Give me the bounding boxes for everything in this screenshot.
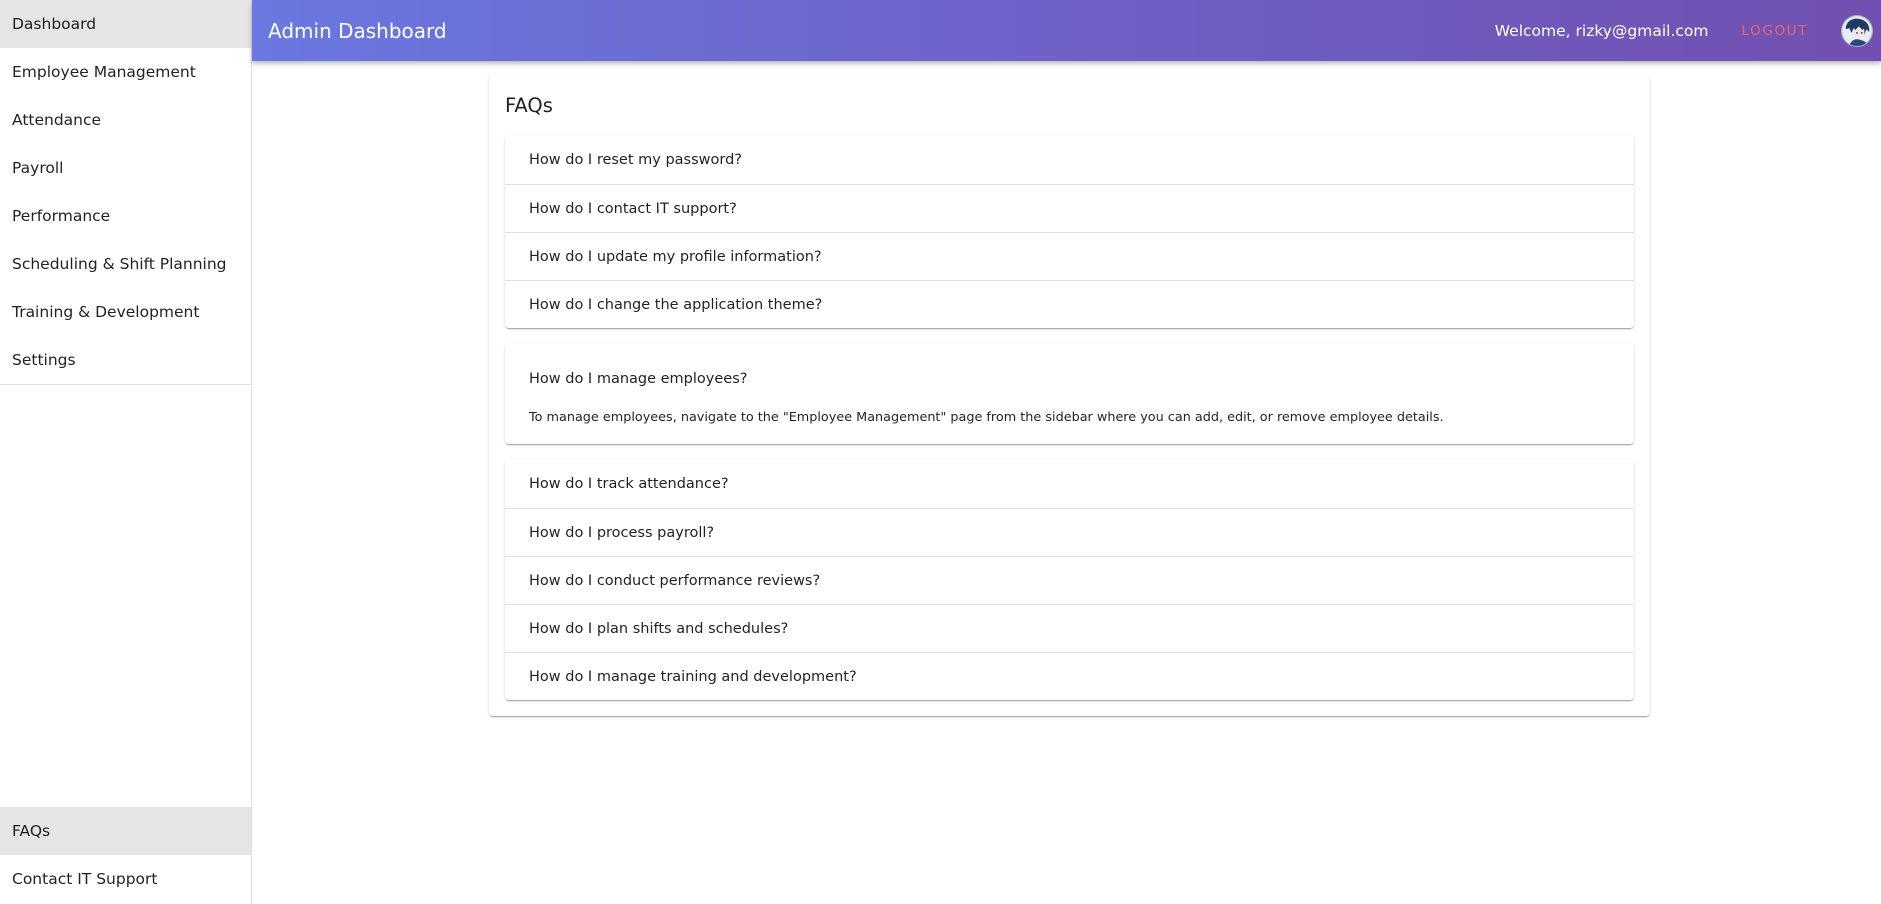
sidebar-item-scheduling[interactable]: Scheduling & Shift Planning [0,240,251,288]
logout-button[interactable]: LOGOUT [1742,23,1808,39]
sidebar: Dashboard Employee Management Attendance… [0,0,252,904]
faq-item-process-payroll[interactable]: How do I process payroll? [505,508,1634,556]
app-bar-actions: Welcome, rizky@gmail.com LOGOUT [1494,14,1881,47]
sidebar-item-payroll[interactable]: Payroll [0,144,251,192]
app-title: Admin Dashboard [268,18,447,43]
sidebar-bottom-group: FAQs Contact IT Support [0,807,251,903]
faq-accordion-group-2: How do I track attendance? How do I proc… [505,460,1634,700]
faq-answer-manage-employees: To manage employees, navigate to the "Em… [529,410,1444,425]
sidebar-item-dashboard[interactable]: Dashboard [0,0,251,48]
sidebar-item-settings[interactable]: Settings [0,336,251,384]
sidebar-item-attendance[interactable]: Attendance [0,96,251,144]
page-title: FAQs [505,94,553,117]
sidebar-divider [0,384,251,385]
faq-item-training-development[interactable]: How do I manage training and development… [505,652,1634,700]
sidebar-item-performance[interactable]: Performance [0,192,251,240]
faq-item-change-theme[interactable]: How do I change the application theme? [505,280,1634,328]
user-avatar-icon[interactable] [1841,14,1873,47]
app-bar: Admin Dashboard Welcome, rizky@gmail.com… [252,0,1881,61]
faq-item-performance-reviews[interactable]: How do I conduct performance reviews? [505,556,1634,604]
faq-accordion-group-1: How do I reset my password? How do I con… [505,136,1634,328]
faq-panel: FAQs How do I reset my password? How do … [489,74,1650,716]
sidebar-item-employee-management[interactable]: Employee Management [0,48,251,96]
sidebar-item-training[interactable]: Training & Development [0,288,251,336]
faq-item-manage-employees[interactable]: How do I manage employees? [505,344,1634,408]
faq-accordion-expanded: How do I manage employees? To manage emp… [505,344,1634,444]
sidebar-item-contact-it-support[interactable]: Contact IT Support [0,855,251,903]
sidebar-item-faqs[interactable]: FAQs [0,807,251,855]
faq-item-contact-it-support[interactable]: How do I contact IT support? [505,184,1634,232]
faq-item-track-attendance[interactable]: How do I track attendance? [505,460,1634,508]
faq-item-reset-password[interactable]: How do I reset my password? [505,136,1634,184]
faq-item-plan-shifts[interactable]: How do I plan shifts and schedules? [505,604,1634,652]
welcome-text: Welcome, rizky@gmail.com [1494,21,1709,40]
faq-item-update-profile[interactable]: How do I update my profile information? [505,232,1634,280]
